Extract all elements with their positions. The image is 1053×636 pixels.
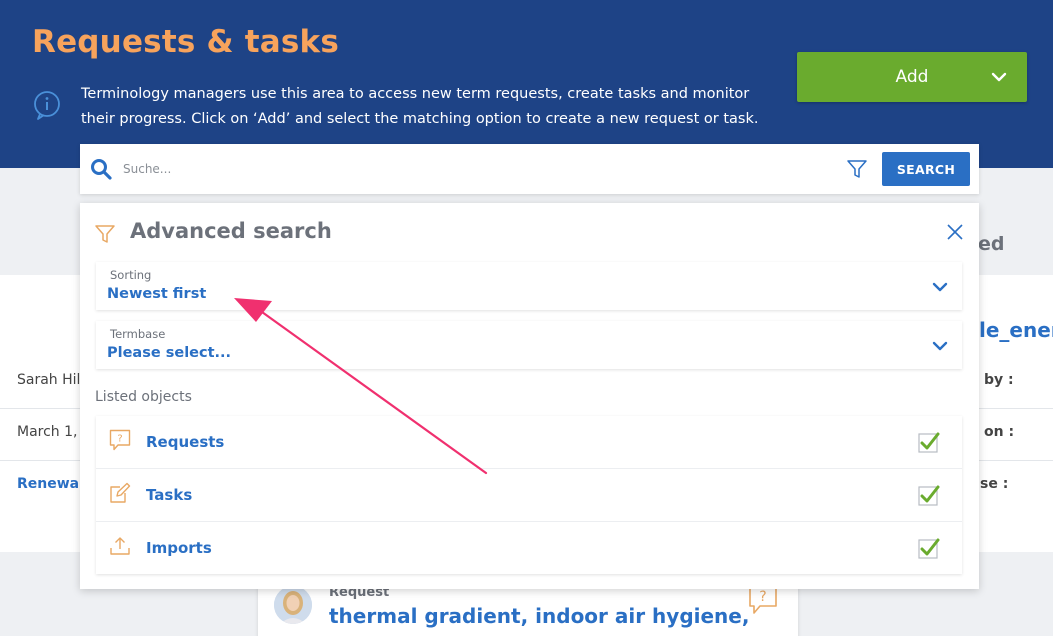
sorting-label: Sorting: [110, 268, 152, 282]
author-fragment: Sarah Hill: [17, 372, 85, 388]
request-title[interactable]: thermal gradient, indoor air hygiene,: [329, 604, 749, 628]
request-icon: ?: [109, 429, 131, 451]
list-item-requests[interactable]: ? Requests: [96, 416, 962, 469]
add-button-label: Add: [895, 67, 929, 87]
list-item-label: Tasks: [146, 486, 193, 504]
page-title: Requests & tasks: [32, 24, 339, 60]
close-icon[interactable]: [946, 223, 964, 241]
search-bar: SEARCH: [80, 144, 979, 194]
sorting-value: Newest first: [107, 286, 207, 302]
created-by-label-fragment: by :: [984, 372, 1014, 388]
chevron-down-icon: [991, 72, 1007, 82]
advanced-search-title: Advanced search: [130, 219, 332, 243]
item-title-fragment[interactable]: le_ener: [979, 318, 1053, 342]
chevron-down-icon: [932, 282, 948, 292]
chevron-down-icon: [932, 341, 948, 351]
list-item-label: Requests: [146, 433, 225, 451]
search-icon: [91, 159, 112, 180]
edit-icon: [110, 482, 131, 503]
checkbox-checked-icon[interactable]: [918, 537, 940, 559]
termbase-select[interactable]: Termbase Please select...: [96, 321, 962, 369]
svg-text:?: ?: [759, 589, 766, 605]
upload-icon: [110, 537, 130, 555]
svg-text:?: ?: [117, 434, 122, 445]
filter-icon: [95, 225, 115, 243]
list-item-imports[interactable]: Imports: [96, 522, 962, 575]
filter-icon[interactable]: [846, 158, 868, 180]
info-icon: [34, 91, 60, 120]
advanced-search-panel: Advanced search Sorting Newest first Ter…: [80, 203, 979, 589]
add-button[interactable]: Add: [797, 52, 1027, 102]
termbase-label-fragment: se :: [980, 476, 1009, 492]
listed-objects-list: ? Requests Tasks Imports: [96, 416, 962, 574]
checkbox-checked-icon[interactable]: [918, 431, 940, 453]
list-item-tasks[interactable]: Tasks: [96, 469, 962, 522]
avatar: [274, 586, 312, 624]
intro-text: Terminology managers use this area to ac…: [81, 86, 759, 127]
listed-objects-label: Listed objects: [95, 389, 192, 405]
column-header-fragment: ed: [978, 233, 1005, 255]
sorting-select[interactable]: Sorting Newest first: [96, 262, 962, 310]
list-item-label: Imports: [146, 539, 212, 557]
search-input[interactable]: [123, 156, 823, 182]
checkbox-checked-icon[interactable]: [918, 484, 940, 506]
created-on-label-fragment: on :: [984, 424, 1015, 440]
termbase-value: Please select...: [107, 345, 232, 361]
termbase-link-fragment[interactable]: Renewab: [17, 476, 89, 492]
search-button[interactable]: SEARCH: [882, 152, 970, 186]
termbase-label: Termbase: [110, 327, 166, 341]
